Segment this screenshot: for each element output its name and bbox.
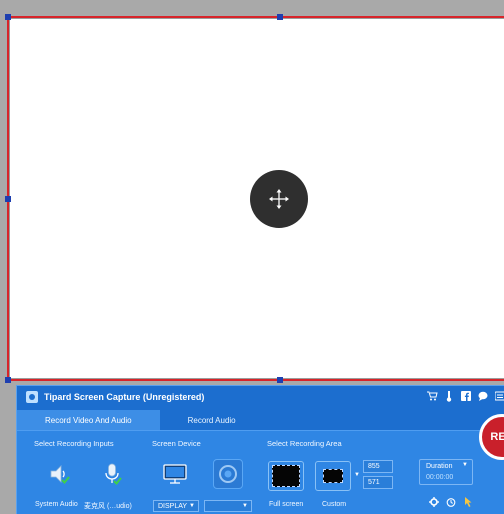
microphone-label: 麦克风 (…udio) [84,503,132,510]
section-label-device: Screen Device [152,439,201,448]
duration-label: Duration [426,463,453,470]
title-bar[interactable]: Tipard Screen Capture (Unregistered) [17,386,504,408]
chevron-down-icon: ▼ [189,503,195,509]
section-label-inputs: Select Recording Inputs [34,439,114,448]
display-device-button[interactable] [160,459,190,489]
cart-icon[interactable] [426,390,438,402]
cursor-icon[interactable] [463,497,473,507]
facebook-icon[interactable] [460,390,472,402]
custom-label: Custom [322,501,347,508]
speaker-icon [50,465,70,484]
thermometer-icon[interactable] [443,390,455,402]
resize-handle-top-left[interactable] [5,14,11,20]
tab-record-video-audio[interactable]: Record Video And Audio [17,410,160,430]
tab-record-audio[interactable]: Record Audio [160,410,264,430]
resize-handle-top[interactable] [277,14,283,20]
section-label-area: Select Recording Area [267,439,342,448]
width-value: 855 [368,463,380,470]
capture-region[interactable] [5,14,504,383]
mode-tabs: Record Video And Audio Record Audio [17,410,264,430]
display-select-value: DISPLAY [158,502,188,510]
title-bar-icons [426,390,504,402]
webcam-select[interactable]: ▼ [204,500,252,512]
width-input[interactable]: 855 [363,460,393,473]
app-logo-icon [26,391,38,403]
display-select[interactable]: DISPLAY ▼ [153,500,199,512]
height-input[interactable]: 571 [363,476,393,489]
record-button-label: REC [490,431,504,443]
move-arrows-icon [269,189,289,209]
gear-icon[interactable] [429,497,439,507]
resize-handle-bottom[interactable] [277,377,283,383]
custom-area-button[interactable]: ▼ [315,461,360,491]
screen: Tipard Screen Capture (Unregistered) Rec… [0,0,504,514]
move-handle[interactable] [250,170,308,228]
chevron-down-icon[interactable]: ▼ [354,472,360,478]
menu-icon[interactable] [494,390,504,402]
full-screen-label: Full screen [269,501,304,508]
chevron-down-icon: ▼ [242,503,248,509]
microphone-icon [105,463,122,485]
system-audio-label: System Audio [35,501,78,508]
duration-box[interactable]: Duration ▼ 00:00:00 [419,459,473,485]
full-screen-button[interactable] [268,461,304,491]
resize-handle-left[interactable] [5,196,11,202]
duration-value: 00:00:00 [426,474,454,481]
height-value: 571 [368,479,380,486]
settings-panel: Select Recording Inputs Screen Device Se… [17,430,504,514]
full-screen-icon [272,465,300,487]
microphone-button[interactable] [97,459,127,489]
window-title: Tipard Screen Capture (Unregistered) [44,392,205,402]
chevron-down-icon: ▼ [462,462,468,468]
recorder-window: Tipard Screen Capture (Unregistered) Rec… [16,385,504,514]
chat-icon[interactable] [477,390,489,402]
custom-area-icon [323,469,343,483]
resize-handle-bottom-left[interactable] [5,377,11,383]
webcam-button[interactable] [213,459,243,489]
webcam-icon [219,465,237,483]
alarm-icon[interactable] [446,497,456,507]
bottom-toolbar [429,497,473,507]
monitor-icon [163,464,187,484]
system-audio-button[interactable] [44,459,74,489]
